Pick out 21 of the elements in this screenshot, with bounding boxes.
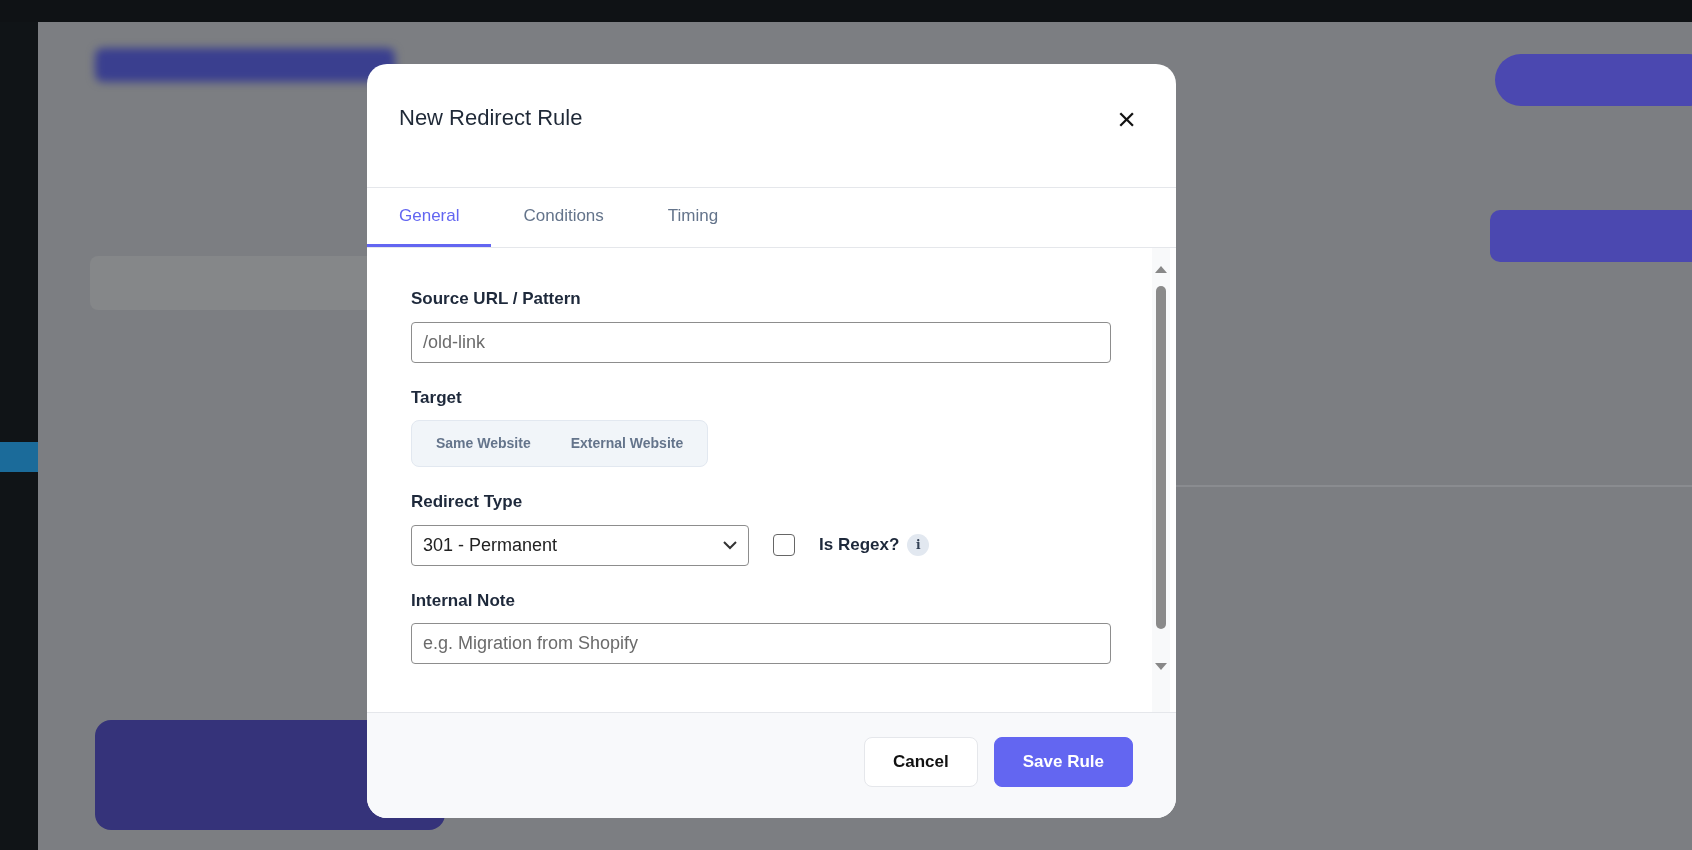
select-value: 301 - Permanent (423, 533, 558, 557)
field-label: Target (411, 386, 463, 409)
tab[interactable]: Conditions (491, 188, 636, 247)
regex-checkbox[interactable] (773, 534, 795, 556)
field-label: Redirect Type (411, 491, 524, 513)
close-button[interactable]: × (1113, 102, 1140, 135)
save-button[interactable]: Save Rule (993, 736, 1133, 787)
redirect-type-select[interactable]: 301 - Permanent (411, 524, 749, 566)
info-icon[interactable]: i (907, 534, 930, 556)
tab[interactable]: Timing (635, 188, 751, 247)
cancel-button[interactable]: Cancel (864, 736, 978, 787)
modal-title: New Redirect Rule (399, 105, 583, 132)
target-option[interactable]: Same Website (416, 425, 551, 462)
note-field[interactable]: e.g. Migration from Shopify (411, 623, 1111, 664)
chevron-down-icon (723, 540, 737, 550)
target-option[interactable]: External Website (550, 425, 704, 462)
field-label: Internal Note (411, 589, 516, 612)
source-url-field[interactable]: /old-link (411, 321, 1111, 363)
tab[interactable]: General (367, 188, 492, 247)
field-label: Source URL / Pattern (411, 288, 582, 310)
checkbox-label: Is Regex? (819, 534, 900, 557)
